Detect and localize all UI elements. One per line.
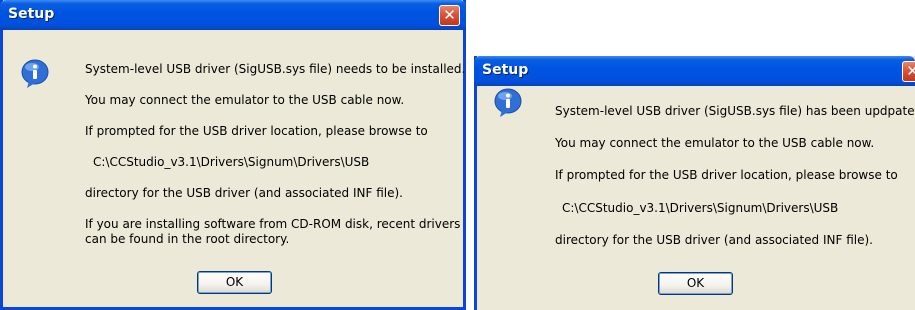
message-line: System-level USB driver (SigUSB.sys file… (555, 104, 915, 118)
message-line: If prompted for the USB driver location,… (555, 168, 898, 182)
message-line: You may connect the emulator to the USB … (85, 93, 405, 107)
ok-button[interactable]: OK (658, 272, 733, 295)
message-line: You may connect the emulator to the USB … (555, 136, 875, 150)
dialog-title: Setup (482, 62, 529, 78)
title-bar[interactable]: Setup ✕ (474, 56, 915, 86)
usb-driver-path: C:\CCStudio_v3.1\Drivers\Signum\Drivers\… (93, 155, 370, 169)
title-bar[interactable]: Setup ✕ (0, 0, 466, 30)
setup-dialog-2: Setup ✕ System-level USB driver (SigUSB.… (474, 56, 915, 310)
ok-button[interactable]: OK (197, 271, 272, 294)
message-line: directory for the USB driver (and associ… (555, 233, 873, 247)
close-button[interactable]: ✕ (439, 5, 460, 26)
message-line: If you are installing software from CD-R… (85, 217, 461, 231)
close-button[interactable]: ✕ (902, 61, 915, 82)
usb-driver-path: C:\CCStudio_v3.1\Drivers\Signum\Drivers\… (562, 201, 839, 215)
message-line: directory for the USB driver (and associ… (85, 186, 403, 200)
info-icon (21, 59, 49, 88)
message-line: If prompted for the USB driver location,… (85, 124, 428, 138)
setup-dialog-1: Setup ✕ System-level USB driver (SigUSB.… (0, 0, 466, 310)
dialog-title: Setup (8, 6, 55, 22)
message-line: System-level USB driver (SigUSB.sys file… (85, 62, 466, 76)
info-icon (494, 88, 522, 117)
message-line: can be found in the root directory. (85, 232, 290, 246)
